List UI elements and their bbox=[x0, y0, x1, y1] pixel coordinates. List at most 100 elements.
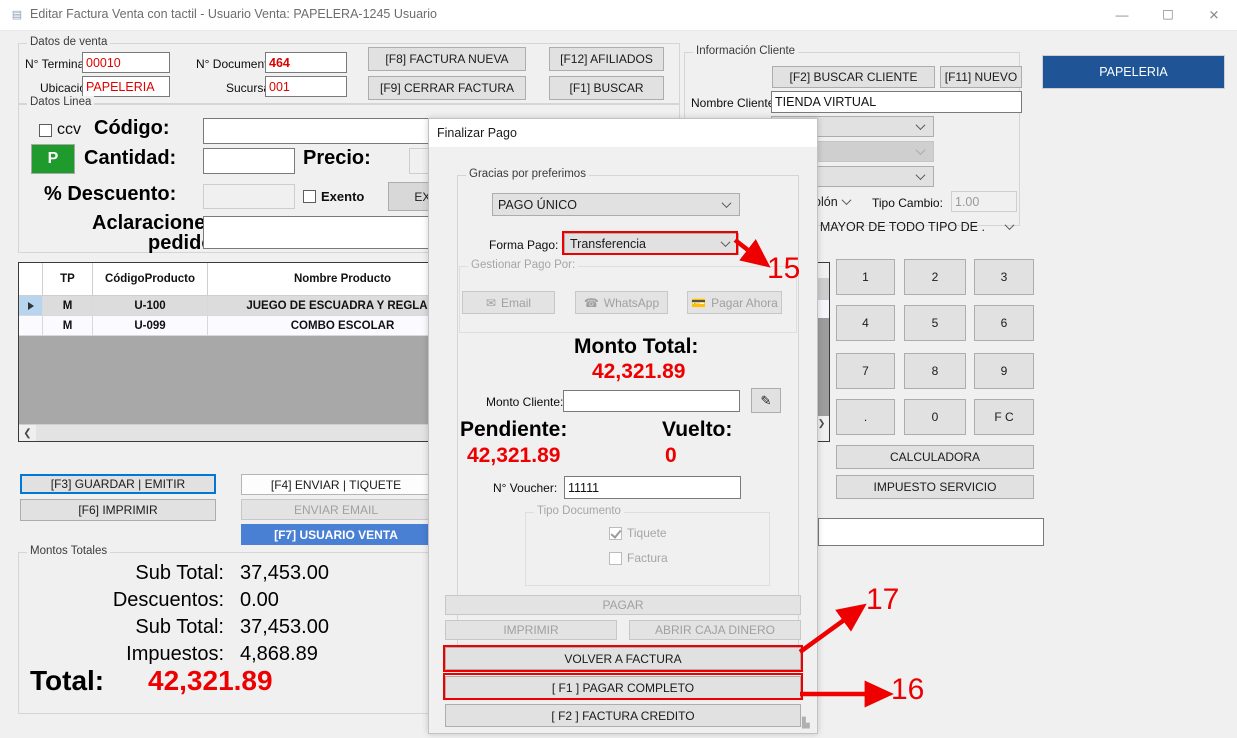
numpad-key-7[interactable]: 7 bbox=[836, 353, 895, 389]
numpad-key-2[interactable]: 2 bbox=[904, 259, 966, 295]
guardar-emitir-button[interactable]: [F3] GUARDAR | EMITIR bbox=[20, 474, 216, 494]
window-minimize-button[interactable]: — bbox=[1099, 0, 1145, 30]
ubicacion-input[interactable]: PAPELERIA bbox=[82, 76, 170, 97]
window-maximize-button[interactable]: ☐ bbox=[1145, 0, 1191, 30]
pendiente-label: Pendiente: bbox=[460, 418, 568, 441]
cantidad-label: Cantidad: bbox=[84, 147, 177, 169]
factura-nueva-button[interactable]: [F8] FACTURA NUEVA bbox=[368, 47, 526, 71]
nuevo-cliente-button[interactable]: [F11] NUEVO bbox=[940, 66, 1022, 88]
terminal-input[interactable]: 00010 bbox=[82, 52, 170, 73]
monto-total-value: 42,321.89 bbox=[592, 360, 686, 383]
documento-input[interactable]: 464 bbox=[265, 52, 347, 73]
factura-checkbox-box bbox=[609, 551, 622, 565]
monto-cliente-edit-button[interactable]: ✎ bbox=[751, 388, 781, 413]
tipo-cambio-label: Tipo Cambio: bbox=[872, 196, 943, 210]
voucher-input[interactable]: 11111 bbox=[564, 476, 741, 499]
maximize-icon: ☐ bbox=[1162, 7, 1174, 23]
chevron-down-icon bbox=[1006, 221, 1015, 230]
sucursal-input[interactable]: 001 bbox=[265, 76, 347, 97]
cerrar-factura-button[interactable]: [F9] CERRAR FACTURA bbox=[368, 76, 526, 100]
close-icon: ✕ bbox=[1208, 7, 1220, 23]
afiliados-button[interactable]: [F12] AFILIADOS bbox=[549, 47, 664, 71]
numpad-key-4[interactable]: 4 bbox=[836, 305, 895, 341]
datos-venta-group-label: Datos de venta bbox=[27, 36, 111, 48]
impuestos-label: Impuestos: bbox=[126, 643, 224, 665]
row-tp: M bbox=[43, 316, 93, 335]
forma-pago-combo[interactable]: Transferencia bbox=[564, 233, 739, 255]
gestionar-pago-group-label: Gestionar Pago Por: bbox=[468, 259, 579, 271]
annotation-label-16: 16 bbox=[891, 673, 925, 706]
descuento-input[interactable] bbox=[203, 184, 295, 209]
bottom-text-input[interactable] bbox=[818, 518, 1044, 546]
minimize-icon: — bbox=[1115, 7, 1129, 23]
nombre-cliente-input[interactable]: TIENDA VIRTUAL bbox=[771, 91, 1022, 113]
table-header-codigo[interactable]: Código Producto bbox=[93, 263, 208, 295]
window-close-button[interactable]: ✕ bbox=[1191, 0, 1237, 30]
resize-grip-icon[interactable]: ▙ bbox=[802, 719, 814, 731]
enviar-email-button[interactable]: ENVIAR EMAIL bbox=[241, 499, 431, 520]
application-window: ▤ Editar Factura Venta con tactil - Usua… bbox=[0, 0, 1237, 738]
imprimir-button[interactable]: [F6] IMPRIMIR bbox=[20, 499, 216, 521]
tiquete-label: Tiquete bbox=[627, 526, 667, 540]
monto-total-label: Monto Total: bbox=[574, 335, 699, 358]
pendiente-value: 42,321.89 bbox=[467, 444, 561, 467]
factura-credito-button[interactable]: [ F2 ] FACTURA CREDITO bbox=[445, 704, 801, 727]
tiquete-checkbox[interactable]: Tiquete bbox=[609, 526, 667, 540]
numpad-key-1[interactable]: 1 bbox=[836, 259, 895, 295]
window-title-bar: ▤ Editar Factura Venta con tactil - Usua… bbox=[0, 0, 1237, 31]
row-codigo: U-100 bbox=[93, 296, 208, 315]
chevron-down-icon bbox=[722, 239, 731, 248]
table-header-codigo-line1: Código bbox=[104, 272, 145, 285]
monto-cliente-label: Monto Cliente: bbox=[486, 395, 564, 409]
vuelto-value: 0 bbox=[665, 444, 677, 467]
abrir-caja-dinero-button[interactable]: ABRIR CAJA DINERO bbox=[629, 620, 801, 640]
chevron-down-icon bbox=[917, 121, 926, 130]
tipo-documento-group-label: Tipo Documento bbox=[534, 505, 624, 517]
p-toggle-button[interactable]: P bbox=[31, 144, 75, 174]
whatsapp-button-label: WhatsApp bbox=[603, 295, 660, 310]
pago-tipo-combo[interactable]: PAGO ÚNICO bbox=[492, 193, 740, 216]
chevron-down-icon bbox=[917, 171, 926, 180]
enviar-tiquete-button[interactable]: [F4] ENVIAR | TIQUETE bbox=[241, 474, 431, 495]
descuentos-label: Descuentos: bbox=[112, 589, 224, 611]
numpad-key-dot[interactable]: . bbox=[836, 399, 895, 435]
usuario-venta-button[interactable]: [F7] USUARIO VENTA bbox=[241, 524, 431, 545]
table-header-indicator bbox=[19, 263, 43, 295]
pagar-completo-button[interactable]: [ F1 ] PAGAR COMPLETO bbox=[445, 676, 801, 699]
total-label: Total: bbox=[30, 665, 105, 696]
tipo-cambio-input[interactable]: 1.00 bbox=[951, 191, 1017, 212]
store-papeleria-button[interactable]: PAPELERIA bbox=[1042, 55, 1225, 89]
envelope-icon: ✉ bbox=[485, 295, 497, 310]
exento-checkbox[interactable]: Exento bbox=[303, 189, 364, 204]
factura-checkbox[interactable]: Factura bbox=[609, 551, 668, 565]
whatsapp-button[interactable]: ☎ WhatsApp bbox=[575, 291, 668, 314]
numpad-key-8[interactable]: 8 bbox=[904, 353, 966, 389]
numpad-key-fc[interactable]: F C bbox=[974, 399, 1034, 435]
ccv-checkbox[interactable]: ccv bbox=[39, 121, 81, 139]
buscar-cliente-button[interactable]: [F2] BUSCAR CLIENTE bbox=[772, 66, 935, 88]
chevron-down-icon bbox=[843, 196, 852, 205]
imprimir-modal-button[interactable]: IMPRIMIR bbox=[445, 620, 617, 640]
ccv-label: ccv bbox=[57, 121, 81, 138]
calculadora-button[interactable]: CALCULADORA bbox=[836, 445, 1034, 469]
voucher-label: N° Voucher: bbox=[493, 481, 558, 495]
pagar-ahora-button[interactable]: 💳 Pagar Ahora bbox=[687, 291, 782, 314]
numpad-key-6[interactable]: 6 bbox=[974, 305, 1034, 341]
pagar-button[interactable]: PAGAR bbox=[445, 595, 801, 615]
scroll-left-icon[interactable]: ❮ bbox=[19, 425, 36, 441]
numpad-key-0[interactable]: 0 bbox=[904, 399, 966, 435]
row-codigo: U-099 bbox=[93, 316, 208, 335]
impuesto-servicio-button[interactable]: IMPUESTO SERVICIO bbox=[836, 475, 1034, 499]
email-button[interactable]: ✉ Email bbox=[462, 291, 555, 314]
table-header-tp[interactable]: TP bbox=[43, 263, 93, 295]
volver-a-factura-button[interactable]: VOLVER A FACTURA bbox=[445, 647, 801, 670]
numpad-key-9[interactable]: 9 bbox=[974, 353, 1034, 389]
row-indicator bbox=[19, 296, 43, 315]
numpad-key-5[interactable]: 5 bbox=[904, 305, 966, 341]
cantidad-input[interactable] bbox=[203, 148, 295, 174]
buscar-button[interactable]: [F1] BUSCAR bbox=[549, 76, 664, 100]
whatsapp-icon: ☎ bbox=[583, 295, 599, 310]
monto-cliente-input[interactable] bbox=[563, 390, 740, 412]
numpad-key-3[interactable]: 3 bbox=[974, 259, 1034, 295]
pago-tipo-value: PAGO ÚNICO bbox=[498, 197, 577, 212]
